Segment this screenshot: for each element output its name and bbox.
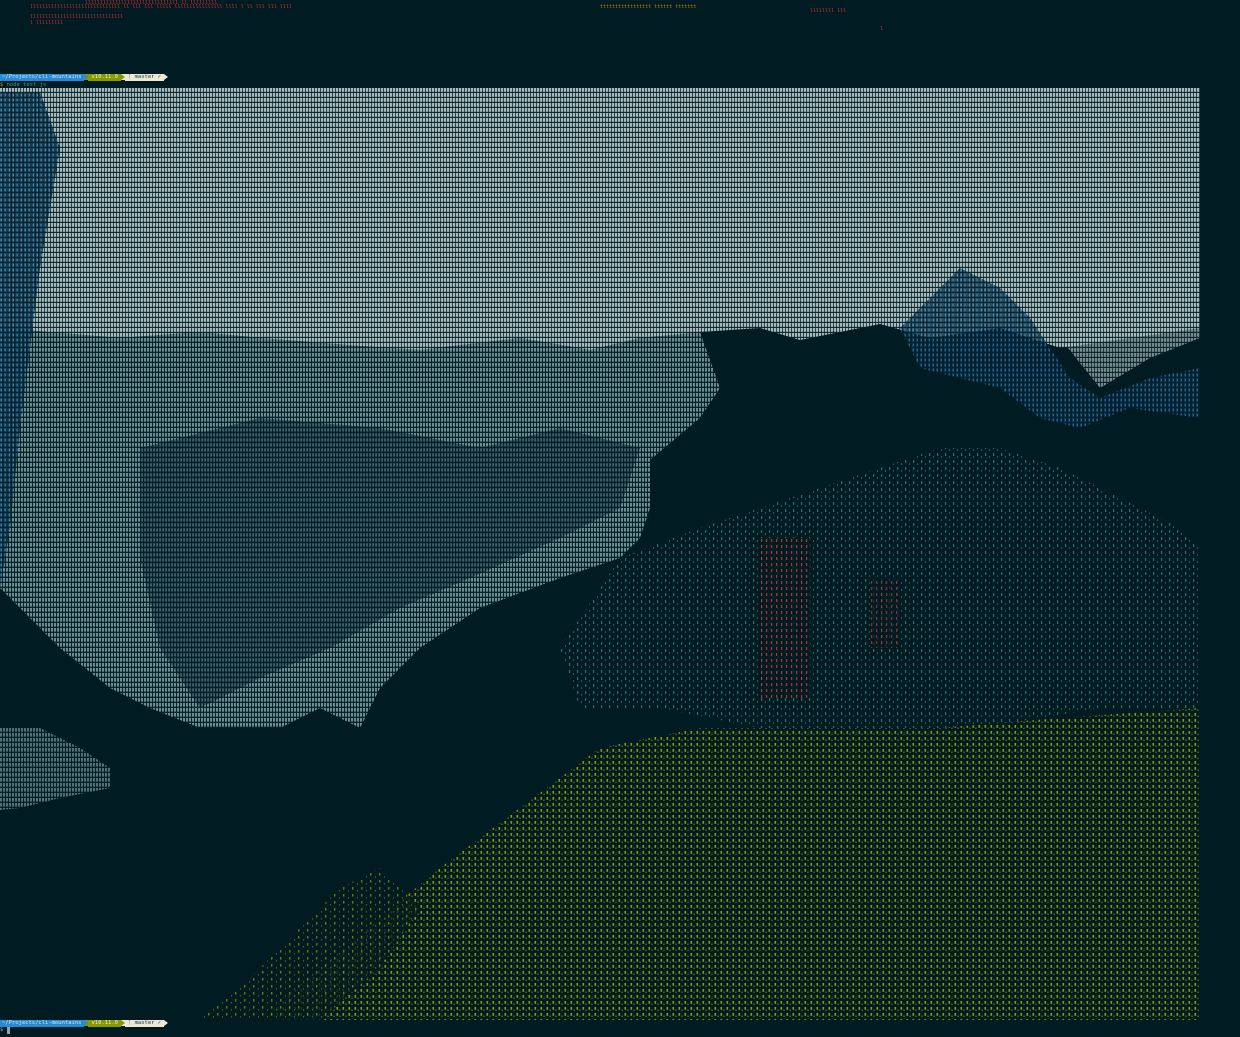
input-line[interactable]: $ (0, 1027, 10, 1034)
red-ascii-row: llllllll lll (810, 8, 846, 14)
check-icon: ✓ (157, 74, 162, 80)
prompt-symbol: $ (0, 1027, 4, 1033)
powerline-arrow-icon (164, 1020, 169, 1026)
prompt-bar-top: ~/Projects/cli-mountains v10.11.0 ᚴ mast… (0, 74, 169, 81)
powerline-arrow-icon (164, 74, 169, 80)
prompt-git-branch: ᚴ master ✓ (124, 1020, 165, 1027)
prompt-git-branch: ᚴ master ✓ (124, 74, 165, 81)
scrolled-output-remnant: llllllllllllllllllllllllllllll ll lll ll… (30, 0, 883, 32)
check-icon: ✓ (157, 1020, 162, 1026)
prompt-bar-bottom: ~/Projects/cli-mountains v10.11.0 ᚴ mast… (0, 1020, 169, 1027)
yellow-ascii-row: ttttttttttttttttt tttttt ttttttt (600, 4, 696, 10)
prompt-node-version: v10.11.0 (88, 1020, 121, 1027)
prompt-node-version: v10.11.0 (88, 74, 121, 81)
text-cursor[interactable] (6, 1027, 10, 1034)
foreground-left (0, 728, 110, 810)
red-trees (870, 578, 900, 648)
meadow (260, 708, 1200, 1020)
red-ascii-row: l (880, 26, 883, 32)
prompt-path: ~/Projects/cli-mountains (0, 74, 85, 81)
terminal-window[interactable]: llllllllllllllllllllllllllllll ll lll ll… (0, 0, 1240, 1037)
git-branch-icon: ᚴ (127, 74, 132, 80)
ascii-mountain-art (0, 88, 1200, 1020)
prompt-path: ~/Projects/cli-mountains (0, 1020, 85, 1027)
red-trees (760, 538, 810, 698)
git-branch-icon: ᚴ (127, 1020, 132, 1026)
red-ascii-row: lllllllllllllllllllllllllllllll ll lllll… (85, 0, 217, 6)
red-ascii-row: l lllllllll (30, 20, 63, 26)
